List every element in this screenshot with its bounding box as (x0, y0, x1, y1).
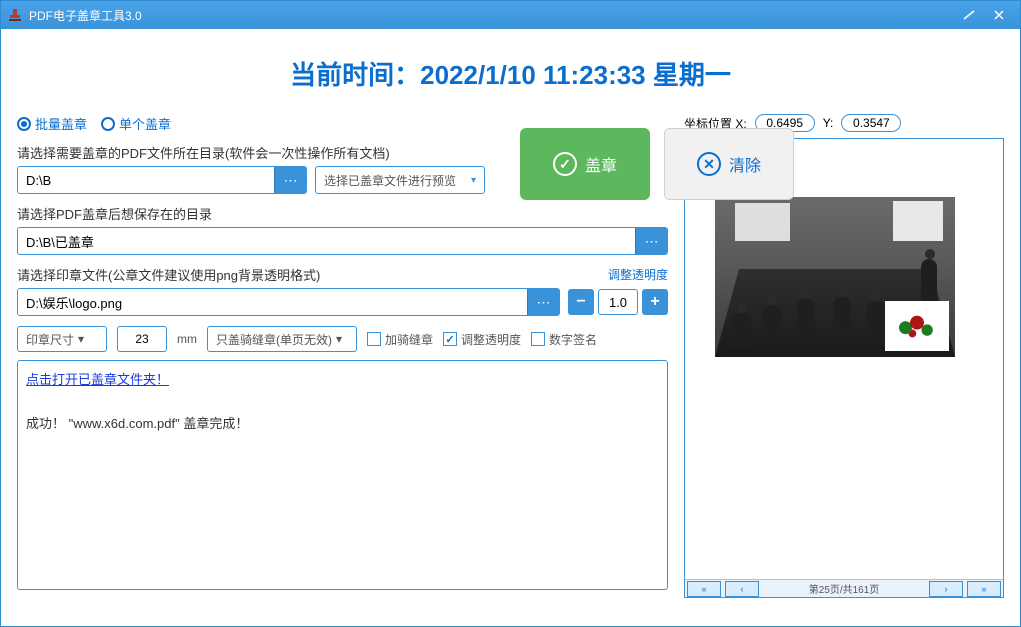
next-page-button[interactable]: › (929, 581, 963, 597)
coord-y-value[interactable]: 0.3547 (841, 114, 901, 132)
perforation-mode-select[interactable]: 只盖骑缝章(单页无效) ▾ (207, 326, 357, 352)
preview-file-select[interactable]: 选择已盖章文件进行预览 ▾ (315, 166, 485, 194)
stamp-file-input[interactable] (18, 289, 527, 315)
dest-dir-input[interactable] (18, 228, 635, 254)
x-circle-icon: ✕ (697, 152, 721, 176)
mm-unit: mm (177, 332, 197, 346)
pager: « ‹ 第25页/共161页 › » (685, 579, 1003, 597)
datetime-display: 当前时间：2022/1/10 11:23:33 星期一 (17, 55, 1004, 92)
log-area: 点击打开已盖章文件夹！ 成功！ "www.x6d.com.pdf" 盖章完成！ (17, 360, 668, 590)
open-folder-link[interactable]: 点击打开已盖章文件夹！ (26, 369, 169, 388)
digital-sign-checkbox[interactable]: 数字签名 (531, 331, 597, 348)
opacity-plus-button[interactable]: + (642, 289, 668, 315)
page-info: 第25页/共161页 (761, 581, 927, 596)
app-title: PDF电子盖章工具3.0 (29, 7, 142, 24)
stamp-button[interactable]: ✓ 盖章 (520, 128, 650, 200)
clear-button[interactable]: ✕ 清除 (664, 128, 794, 200)
opacity-minus-button[interactable]: − (568, 289, 594, 315)
dest-dir-browse-button[interactable]: ⋯ (635, 228, 667, 254)
chevron-down-icon: ▾ (336, 332, 342, 346)
batch-mode-radio[interactable]: 批量盖章 (17, 114, 87, 133)
src-dir-input[interactable] (18, 167, 274, 193)
chevron-down-icon: ▾ (471, 175, 476, 186)
adjust-opacity-link[interactable]: 调整透明度 (608, 266, 668, 283)
dest-dir-input-group: ⋯ (17, 227, 668, 255)
check-circle-icon: ✓ (553, 152, 577, 176)
src-dir-browse-button[interactable]: ⋯ (274, 167, 306, 193)
preview-pane[interactable]: « ‹ 第25页/共161页 › » (684, 138, 1004, 598)
log-message: 成功！ "www.x6d.com.pdf" 盖章完成！ (26, 416, 248, 431)
prev-page-button[interactable]: ‹ (725, 581, 759, 597)
dest-dir-label: 请选择PDF盖章后想保存在的目录 (17, 204, 668, 223)
preview-page-image (715, 197, 955, 357)
src-dir-input-group: ⋯ (17, 166, 307, 194)
checkbox-checked-icon (443, 332, 457, 346)
adjust-opacity-checkbox[interactable]: 调整透明度 (443, 331, 521, 348)
checkbox-icon (531, 332, 545, 346)
stamp-file-label: 请选择印章文件(公章文件建议使用png背景透明格式) (17, 265, 320, 284)
minimize-button[interactable] (954, 5, 984, 25)
single-mode-radio[interactable]: 单个盖章 (101, 114, 171, 133)
first-page-button[interactable]: « (687, 581, 721, 597)
stamp-app-icon (7, 7, 23, 23)
checkbox-icon (367, 332, 381, 346)
stamp-file-input-group: ⋯ (17, 288, 560, 316)
radio-unchecked-icon (101, 117, 115, 131)
stamp-file-browse-button[interactable]: ⋯ (527, 289, 559, 315)
stamp-size-input[interactable] (117, 326, 167, 352)
chevron-down-icon: ▾ (78, 332, 84, 346)
stamp-size-select[interactable]: 印章尺寸 ▾ (17, 326, 107, 352)
opacity-value[interactable]: 1.0 (598, 289, 638, 315)
radio-checked-icon (17, 117, 31, 131)
coord-y-label: Y: (823, 116, 834, 130)
add-perforation-checkbox[interactable]: 加骑缝章 (367, 331, 433, 348)
titlebar: PDF电子盖章工具3.0 (1, 1, 1020, 29)
last-page-button[interactable]: » (967, 581, 1001, 597)
close-button[interactable] (984, 5, 1014, 25)
stamp-overlay (885, 301, 949, 351)
